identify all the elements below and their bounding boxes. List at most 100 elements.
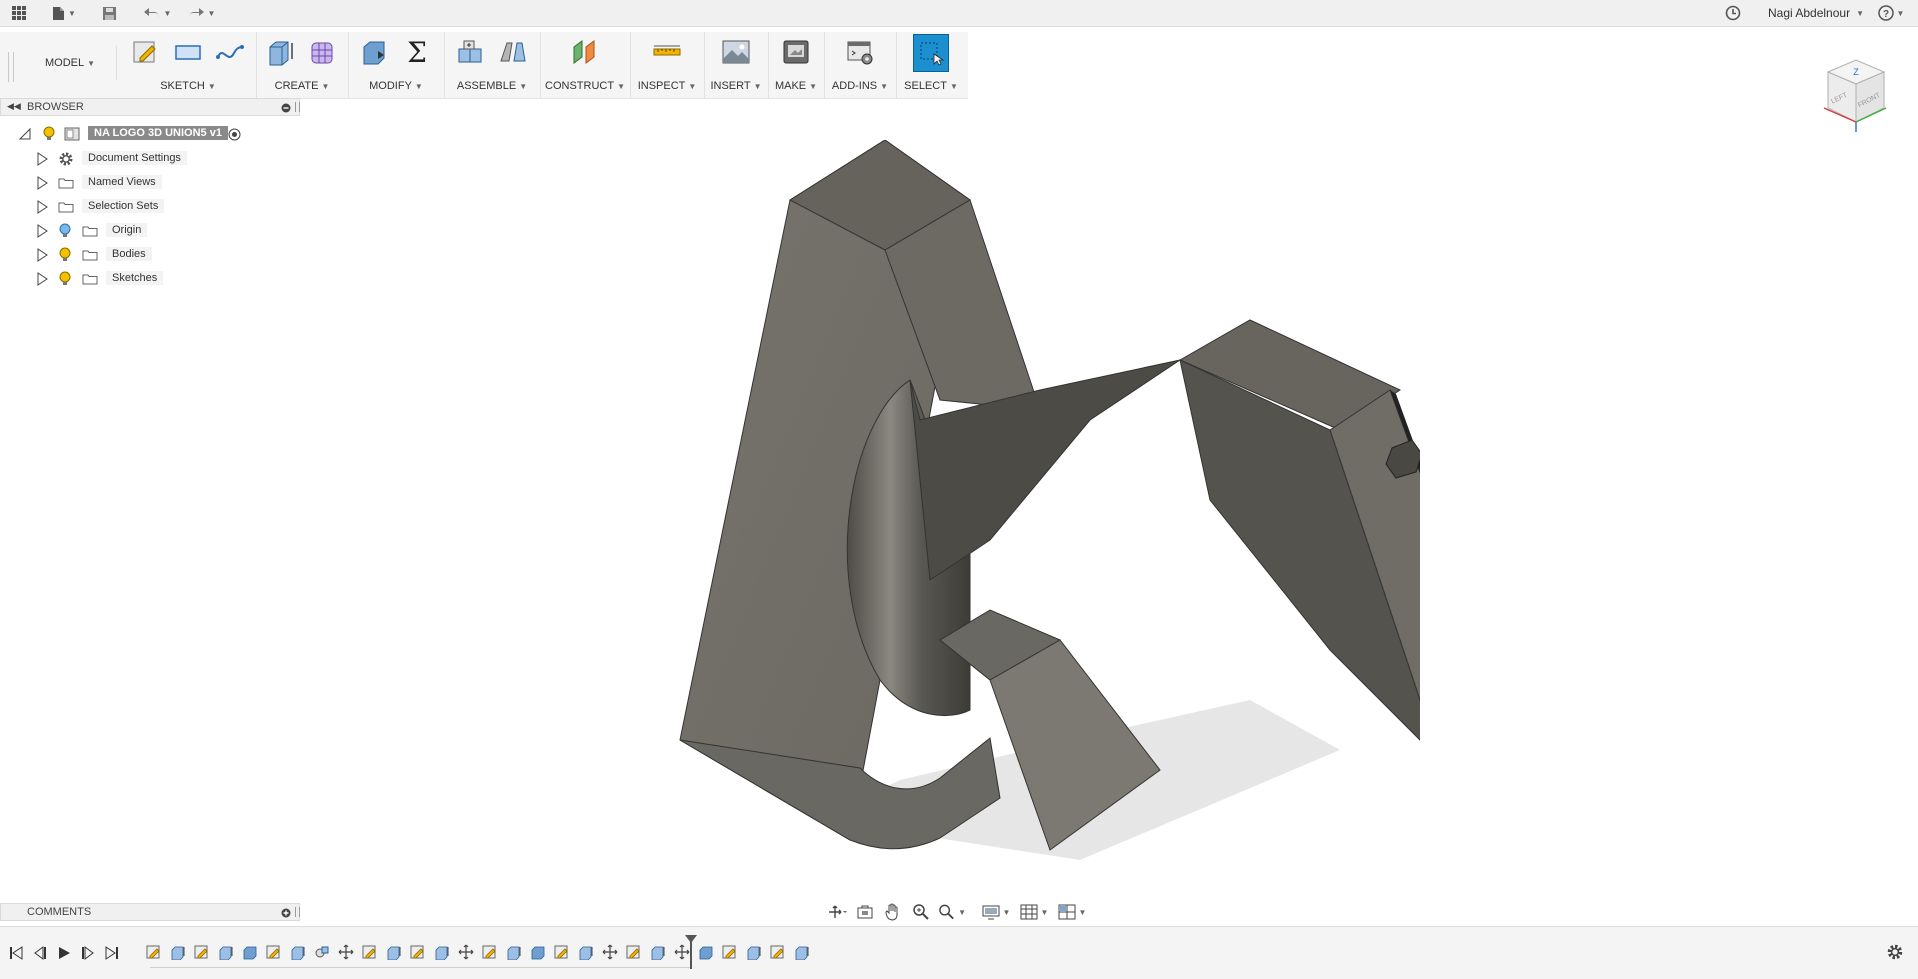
extrude-icon[interactable] xyxy=(264,34,298,70)
pan-hand-icon[interactable] xyxy=(882,902,904,922)
offset-plane-icon[interactable] xyxy=(568,34,602,70)
timeline-sketch-icon[interactable] xyxy=(722,944,738,960)
zoom-window-icon[interactable]: ▼ xyxy=(938,902,966,922)
timeline-extrude-icon[interactable] xyxy=(650,944,666,961)
press-pull-icon[interactable] xyxy=(358,34,392,70)
browser-item-origin[interactable]: Origin xyxy=(0,221,300,241)
workspace-switcher[interactable]: MODEL ▼ xyxy=(24,46,117,80)
construct-menu[interactable]: CONSTRUCT ▼ xyxy=(540,80,630,92)
select-icon[interactable] xyxy=(913,34,949,72)
visibility-bulb-icon[interactable] xyxy=(58,247,72,263)
go-to-end-button[interactable] xyxy=(104,945,120,961)
browser-item-named-views[interactable]: Named Views xyxy=(0,173,300,193)
sketch-menu[interactable]: SKETCH ▼ xyxy=(120,80,256,92)
timeline-extrude-icon[interactable] xyxy=(386,944,402,961)
timeline-sketch-icon[interactable] xyxy=(194,944,210,960)
modify-menu[interactable]: MODIFY ▼ xyxy=(348,80,444,92)
make-menu[interactable]: MAKE ▼ xyxy=(768,80,824,92)
timeline-sketch-icon[interactable] xyxy=(770,944,786,960)
activate-radio-icon[interactable] xyxy=(228,128,241,141)
select-menu[interactable]: SELECT ▼ xyxy=(896,80,966,92)
new-component-icon[interactable] xyxy=(454,34,488,70)
timeline-extrude-icon[interactable] xyxy=(170,944,186,961)
add-comment-icon[interactable] xyxy=(281,908,291,918)
file-menu-button[interactable]: ▼ xyxy=(48,3,80,23)
timeline-settings-button[interactable] xyxy=(1886,943,1904,964)
browser-root-row[interactable]: NA LOGO 3D UNION5 v1 xyxy=(0,124,300,144)
look-at-icon[interactable] xyxy=(854,902,876,922)
timeline-move-icon[interactable] xyxy=(602,944,618,960)
orbit-icon[interactable] xyxy=(826,902,848,922)
timeline-extrude-icon[interactable] xyxy=(746,944,762,961)
redo-button[interactable]: ▼ xyxy=(184,3,218,23)
create-sketch-icon[interactable] xyxy=(129,34,163,70)
timeline-sketch-icon[interactable] xyxy=(482,944,498,960)
timeline-extrude-icon[interactable] xyxy=(794,944,810,961)
timeline-press-pull-icon[interactable] xyxy=(698,944,714,960)
timeline-sketch-icon[interactable] xyxy=(362,944,378,960)
timeline-extrude-icon[interactable] xyxy=(434,944,450,961)
visibility-bulb-icon[interactable] xyxy=(42,126,56,142)
go-to-start-button[interactable] xyxy=(8,945,24,961)
timeline-extrude-icon[interactable] xyxy=(578,944,594,961)
timeline-move-icon[interactable] xyxy=(338,944,354,960)
timeline-extrude-icon[interactable] xyxy=(218,944,234,961)
addins-menu[interactable]: ADD-INS ▼ xyxy=(824,80,896,92)
timeline-press-pull-icon[interactable] xyxy=(530,944,546,960)
sigma-icon[interactable]: Σ xyxy=(400,34,434,70)
step-back-button[interactable] xyxy=(32,945,48,961)
timeline-sketch-icon[interactable] xyxy=(266,944,282,960)
timeline-sketch-icon[interactable] xyxy=(626,944,642,960)
timeline-move-icon[interactable] xyxy=(674,944,690,960)
inspect-menu[interactable]: INSPECT ▼ xyxy=(630,80,704,92)
spline-icon[interactable] xyxy=(213,34,247,70)
timeline-sketch-icon[interactable] xyxy=(410,944,426,960)
visibility-bulb-icon[interactable] xyxy=(58,223,72,239)
timeline-sketch-icon[interactable] xyxy=(554,944,570,960)
timeline-marker[interactable] xyxy=(685,935,697,969)
step-forward-button[interactable] xyxy=(80,945,96,961)
collapse-browser-icon[interactable]: ◀◀ xyxy=(7,101,21,112)
browser-item-document-settings[interactable]: Document Settings xyxy=(0,149,300,169)
visibility-bulb-icon[interactable] xyxy=(58,271,72,287)
timeline-extrude-icon[interactable] xyxy=(290,944,306,961)
expand-triangle-icon[interactable] xyxy=(35,272,49,286)
joint-icon[interactable] xyxy=(496,34,530,70)
browser-item-sketches[interactable]: Sketches xyxy=(0,269,300,289)
expand-triangle-icon[interactable] xyxy=(35,200,49,214)
expand-triangle-icon[interactable] xyxy=(35,152,49,166)
panel-resize-handle[interactable] xyxy=(295,102,300,112)
browser-item-bodies[interactable]: Bodies xyxy=(0,245,300,265)
expand-triangle-icon[interactable] xyxy=(35,176,49,190)
insert-image-icon[interactable] xyxy=(719,34,753,70)
form-icon[interactable] xyxy=(306,34,340,70)
insert-menu[interactable]: INSERT ▼ xyxy=(704,80,768,92)
view-cube[interactable]: Z LEFT FRONT xyxy=(1808,50,1898,140)
timeline-move-icon[interactable] xyxy=(458,944,474,960)
timeline-sketch-icon[interactable] xyxy=(146,944,162,960)
expand-triangle-icon[interactable] xyxy=(35,248,49,262)
create-menu[interactable]: CREATE ▼ xyxy=(256,80,348,92)
comments-panel-header[interactable]: COMMENTS xyxy=(0,903,300,921)
panel-resize-handle[interactable] xyxy=(295,907,300,917)
job-status-button[interactable] xyxy=(1722,3,1744,23)
zoom-icon[interactable] xyxy=(910,902,932,922)
collapse-icon[interactable] xyxy=(281,103,291,113)
expand-triangle-icon[interactable] xyxy=(35,224,49,238)
timeline-press-pull-icon[interactable] xyxy=(242,944,258,960)
toolbar-grip[interactable] xyxy=(8,52,14,82)
timeline-extrude-icon[interactable] xyxy=(506,944,522,961)
scripts-addins-icon[interactable] xyxy=(843,34,877,70)
app-grid-icon[interactable] xyxy=(8,3,30,23)
user-menu-button[interactable]: Nagi Abdelnour ▼ xyxy=(1768,6,1864,20)
collapse-triangle-icon[interactable] xyxy=(18,127,32,141)
display-settings-icon[interactable]: ▼ xyxy=(980,902,1012,922)
undo-button[interactable]: ▼ xyxy=(140,3,174,23)
grid-snap-icon[interactable]: ▼ xyxy=(1018,902,1050,922)
browser-item-selection-sets[interactable]: Selection Sets xyxy=(0,197,300,217)
timeline-combine-icon[interactable] xyxy=(314,944,330,960)
measure-icon[interactable] xyxy=(650,34,684,70)
viewports-icon[interactable]: ▼ xyxy=(1056,902,1088,922)
viewport-canvas[interactable] xyxy=(640,139,1516,890)
3d-print-icon[interactable] xyxy=(779,34,813,70)
